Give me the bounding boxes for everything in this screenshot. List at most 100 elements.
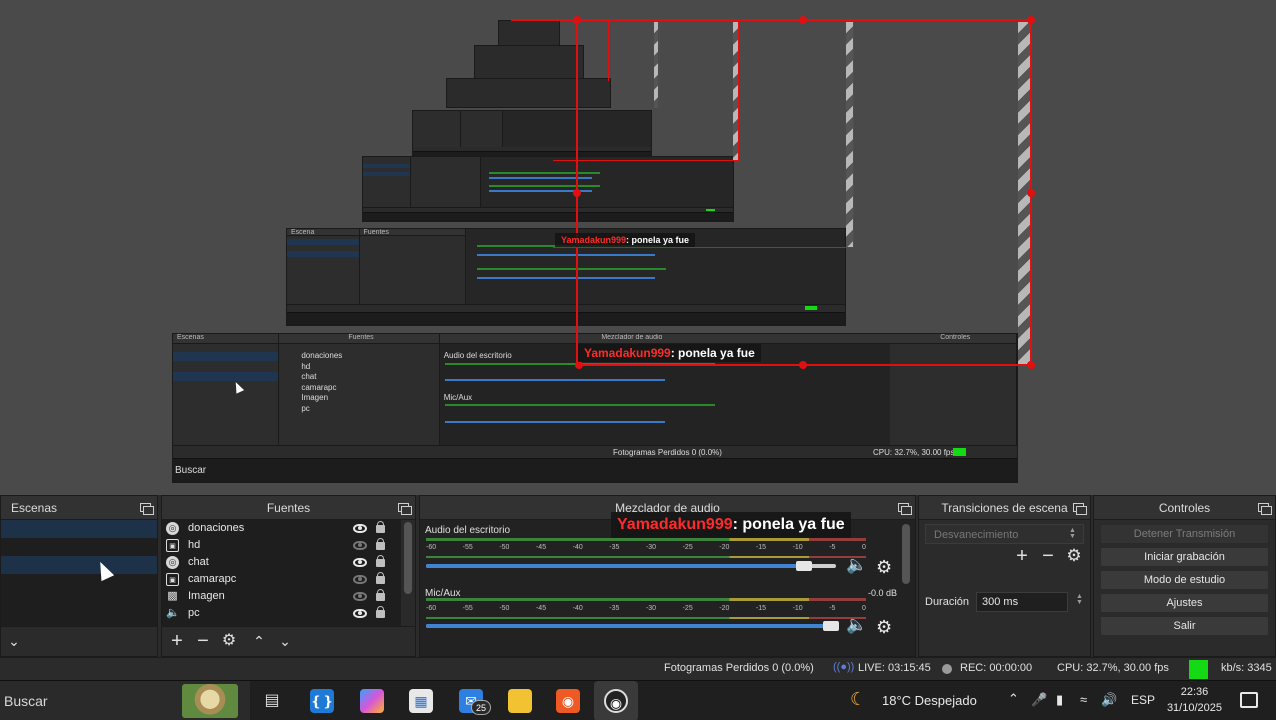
handle-tl[interactable]	[573, 16, 581, 24]
volume-knob[interactable]	[823, 621, 839, 631]
eye-off-icon[interactable]	[353, 575, 367, 584]
copilot-icon[interactable]	[360, 689, 384, 713]
obs-icon[interactable]: ◉	[604, 689, 628, 713]
cpu-stats: CPU: 32.7%, 30.00 fps	[1057, 662, 1169, 674]
move-down-button[interactable]: ⌄	[274, 631, 296, 653]
volume-slider[interactable]	[426, 561, 836, 571]
dropped-frames: Fotogramas Perdidos 0 (0.0%)	[664, 662, 814, 674]
gear-icon[interactable]: ⚙	[876, 618, 894, 636]
add-transition-button[interactable]: +	[1011, 546, 1033, 568]
exit-button[interactable]: Salir	[1100, 616, 1269, 636]
sources-title: Fuentes	[266, 501, 311, 515]
taskbar: Buscar ▤ ❴❵ ▦ ✉ 25 ◉ ◉ ☾ 18°C Despejado …	[0, 680, 1276, 720]
handle-bm[interactable]	[799, 361, 807, 369]
scene-item[interactable]	[1, 538, 157, 556]
source-item[interactable]: ▣ hd	[162, 537, 401, 554]
rec-icon	[942, 664, 952, 674]
volume-icon[interactable]: 🔊	[1101, 692, 1117, 708]
duration-stepper[interactable]: ▲ ▼	[1076, 593, 1084, 606]
task-view-icon[interactable]: ▤	[260, 689, 284, 713]
transitions-title: Transiciones de escena	[941, 501, 1068, 515]
chevron-up-icon[interactable]: ⌃	[1008, 691, 1019, 707]
volume-knob[interactable]	[796, 561, 812, 571]
volume-fill	[426, 564, 808, 568]
handle-tr[interactable]	[1027, 16, 1035, 24]
store-icon[interactable]: ▦	[409, 689, 433, 713]
remove-source-button[interactable]: −	[192, 631, 214, 653]
taskbar-search[interactable]: Buscar	[0, 681, 250, 720]
source-item[interactable]: ◎ chat	[162, 554, 401, 571]
move-up-button[interactable]: ⌃	[248, 631, 270, 653]
gear-icon[interactable]: ⚙	[1063, 546, 1085, 568]
source-item[interactable]: ◎ donaciones	[162, 520, 401, 537]
gear-icon[interactable]: ⚙	[218, 631, 240, 653]
eye-off-icon[interactable]	[353, 541, 367, 550]
wifi-icon[interactable]: ≈	[1080, 692, 1087, 707]
gear-icon[interactable]: ⚙	[876, 558, 894, 576]
controls-dock: Controles Detener Transmisión Iniciar gr…	[1093, 495, 1276, 657]
source-item[interactable]: ▩ Imagen	[162, 588, 401, 605]
scene-item[interactable]	[1, 556, 157, 574]
folder-icon[interactable]	[508, 689, 532, 713]
eye-icon[interactable]	[353, 609, 367, 618]
start-recording-button[interactable]: Iniciar grabación	[1100, 547, 1269, 567]
clock[interactable]: 22:36 31/10/2025	[1167, 684, 1222, 716]
chevron-down-icon[interactable]: ⌄	[3, 631, 25, 653]
preview-canvas[interactable]: Escena Fuentes Escenas Fuentes donacione…	[0, 0, 1276, 495]
undock-icon[interactable]	[140, 503, 154, 515]
speaker-icon: 🔈	[166, 607, 180, 619]
scenes-title: Escenas	[11, 501, 58, 515]
battery-icon[interactable]: ▮	[1056, 692, 1063, 708]
transitions-dock: Transiciones de escena Desvanecimiento ▲…	[918, 495, 1091, 657]
stripe-4	[654, 22, 658, 108]
eye-off-icon[interactable]	[353, 592, 367, 601]
lock-icon[interactable]	[376, 538, 385, 550]
live-timer: LIVE: 03:15:45	[858, 662, 931, 674]
scenes-dock: Escenas ⌄	[0, 495, 158, 657]
camera-icon: ▣	[166, 539, 179, 552]
speaker-icon[interactable]: 🔈	[846, 556, 867, 573]
transition-select[interactable]: Desvanecimiento ▲ ▼	[925, 524, 1084, 544]
source-item[interactable]: 🔈 pc	[162, 605, 401, 622]
studio-mode-button[interactable]: Modo de estudio	[1100, 570, 1269, 590]
sources-scrollbar[interactable]	[404, 522, 412, 594]
lock-icon[interactable]	[376, 521, 385, 533]
brave-icon[interactable]: ◉	[556, 689, 580, 713]
chat-overlay: Yamadakun999: ponela ya fue	[611, 512, 851, 538]
scene-item[interactable]	[1, 520, 157, 538]
weather-icon[interactable]: ☾	[850, 689, 866, 710]
language-indicator[interactable]: ESP	[1131, 693, 1155, 707]
source-item[interactable]: ▣ camarapc	[162, 571, 401, 588]
vscode-icon[interactable]: ❴❵	[310, 689, 334, 713]
lock-icon[interactable]	[376, 572, 385, 584]
remove-transition-button[interactable]: −	[1037, 546, 1059, 568]
duration-label: Duración	[925, 596, 970, 608]
undock-icon[interactable]	[398, 503, 412, 515]
undock-icon[interactable]	[898, 503, 912, 515]
speaker-icon[interactable]: 🔈	[846, 616, 867, 633]
handle-mr[interactable]	[1027, 189, 1035, 197]
weather-text[interactable]: 18°C Despejado	[882, 693, 977, 708]
undock-icon[interactable]	[1258, 503, 1272, 515]
stop-stream-button[interactable]: Detener Transmisión	[1100, 524, 1269, 544]
lock-icon[interactable]	[376, 606, 385, 618]
mixer-scrollbar[interactable]	[902, 524, 910, 584]
eye-icon[interactable]	[353, 558, 367, 567]
settings-button[interactable]: Ajustes	[1100, 593, 1269, 613]
bitrate: kb/s: 3345	[1221, 662, 1272, 674]
undock-icon[interactable]	[1073, 503, 1087, 515]
handle-br[interactable]	[1027, 361, 1035, 369]
handle-tm[interactable]	[799, 16, 807, 24]
volume-slider[interactable]	[426, 621, 839, 631]
handle-ml[interactable]	[573, 189, 581, 197]
lock-icon[interactable]	[376, 589, 385, 601]
eye-icon[interactable]	[353, 524, 367, 533]
microphone-icon[interactable]: 🎤	[1031, 692, 1047, 708]
source-list[interactable]: ◎ donaciones ▣ hd ◎ chat ▣ camarapc ▩ Im…	[162, 520, 401, 626]
duration-input[interactable]: 300 ms	[976, 592, 1068, 612]
lock-icon[interactable]	[376, 555, 385, 567]
notification-icon[interactable]	[1240, 692, 1258, 708]
handle-bl[interactable]	[575, 361, 583, 369]
scene-list[interactable]	[1, 520, 157, 628]
add-source-button[interactable]: +	[166, 631, 188, 653]
